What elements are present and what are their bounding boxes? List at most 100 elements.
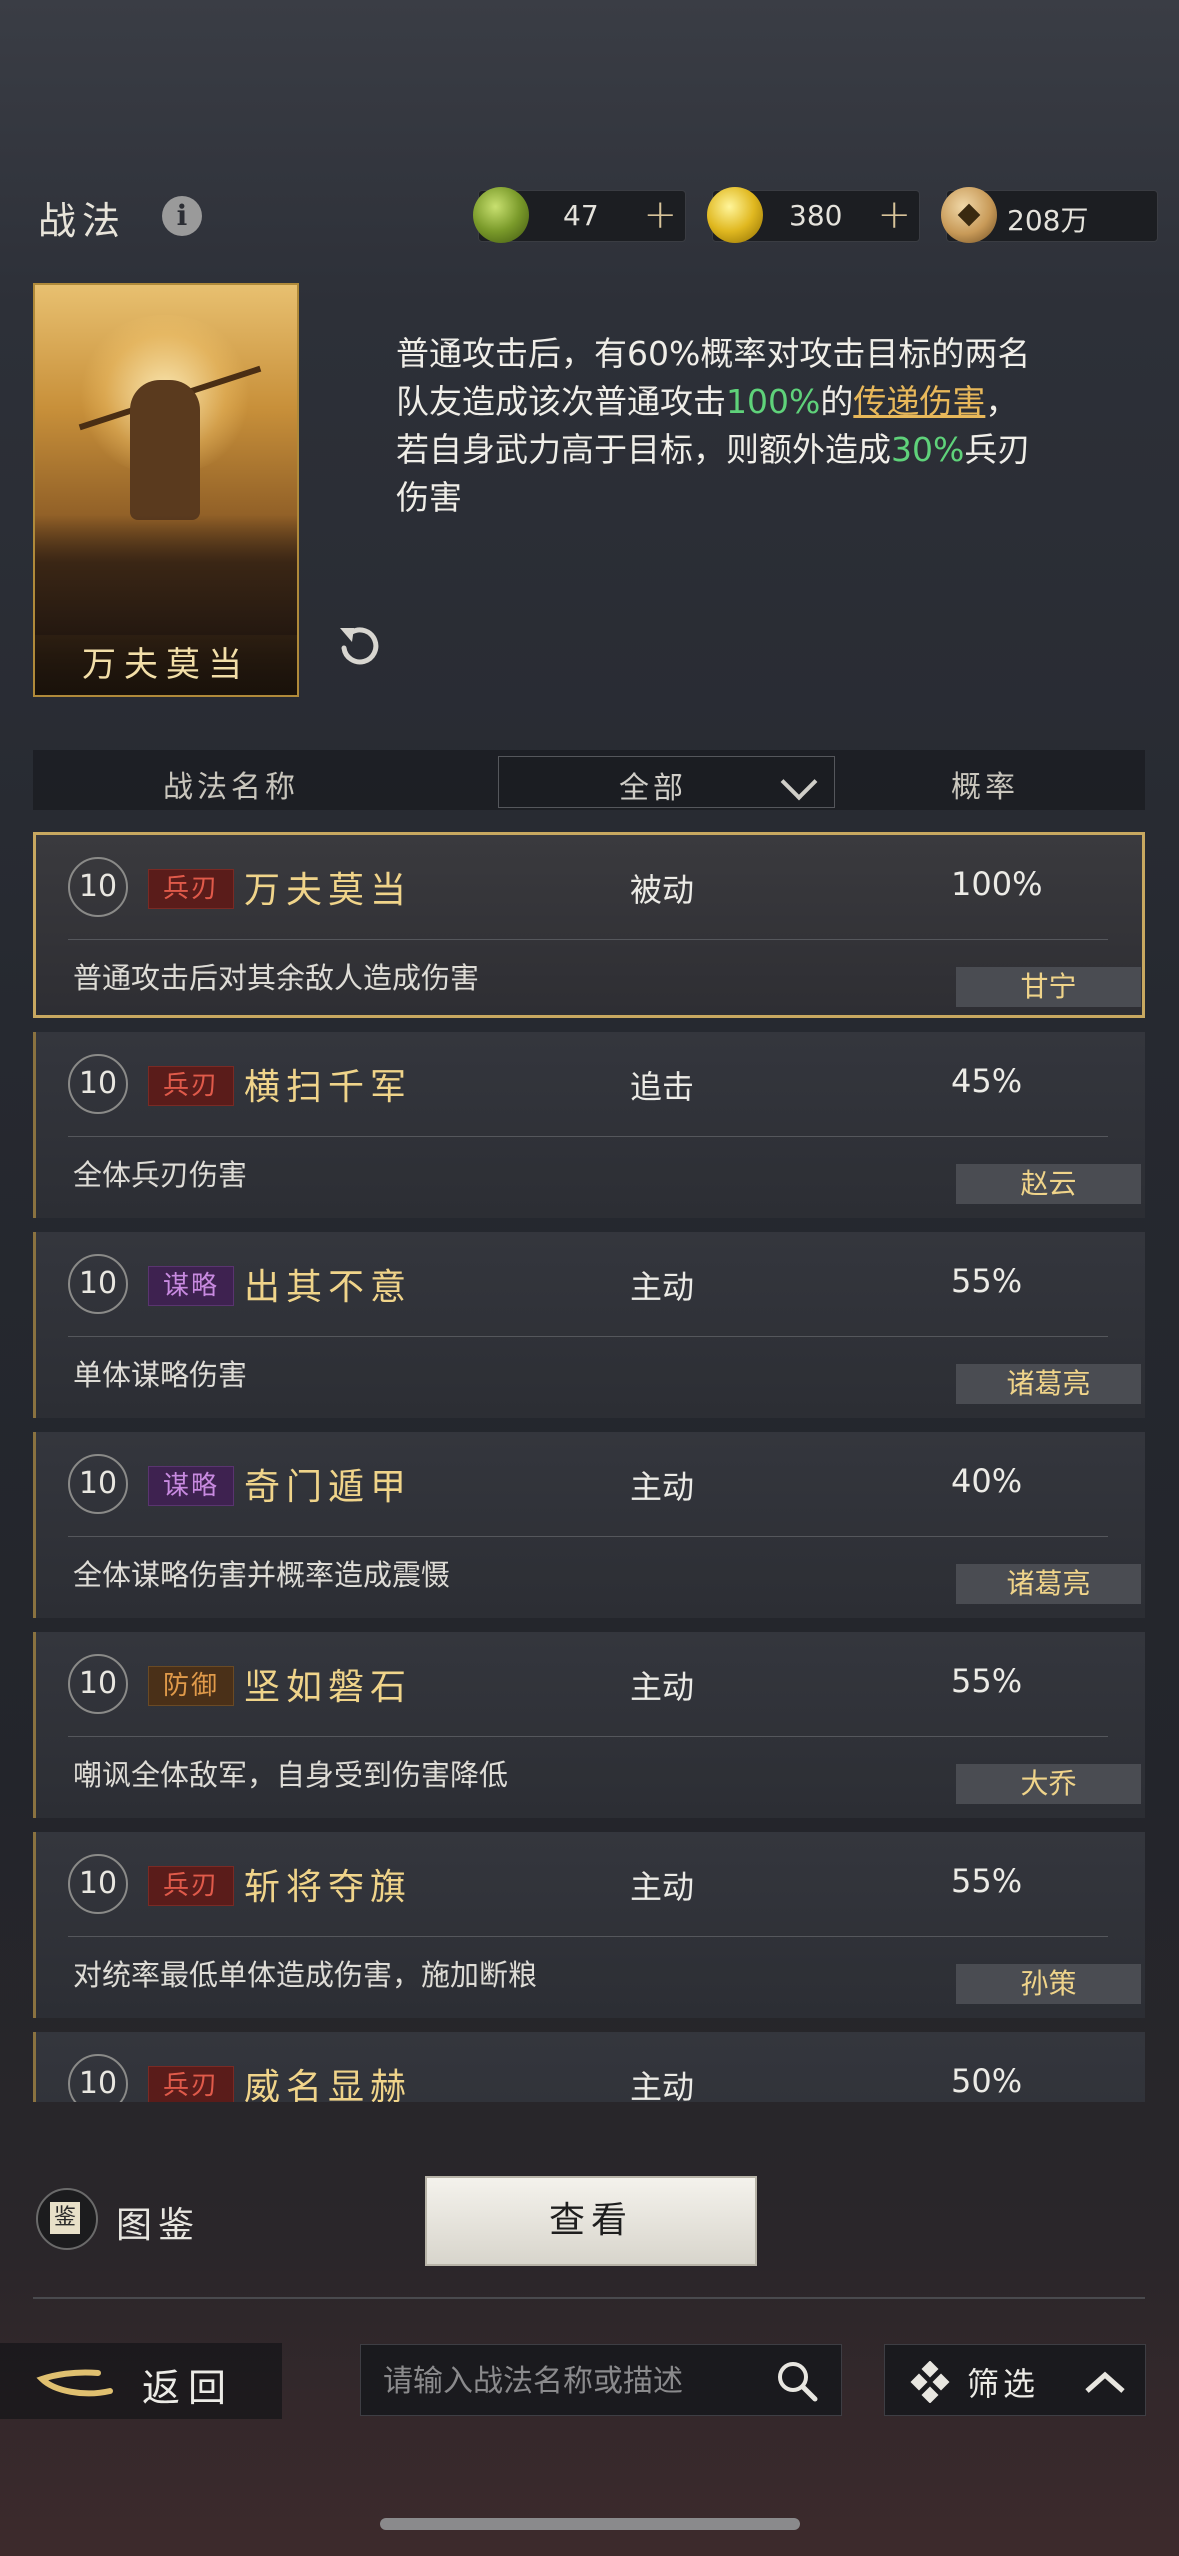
skill-name: 出其不意: [244, 1267, 413, 1308]
skill-level: 10: [68, 1254, 128, 1314]
back-button[interactable]: 返回: [0, 2343, 282, 2419]
search-box[interactable]: [360, 2344, 842, 2416]
skill-list[interactable]: 10 兵刃 万夫莫当 被动 100% 普通攻击后对其余敌人造成伤害 甘宁 10 兵刃 横扫千军 追击…: [33, 832, 1145, 2102]
skill-probability: 50%: [951, 2062, 1023, 2100]
skill-kind: 追击: [630, 1068, 695, 1106]
filter-diamond-icon: [910, 2361, 950, 2403]
skill-probability: 55%: [951, 1862, 1023, 1900]
home-indicator[interactable]: [380, 2518, 800, 2530]
skill-summary: 普通攻击后对其余敌人造成伤害: [73, 961, 480, 995]
skill-type-tag: 兵刃: [148, 1866, 234, 1906]
desc-part: 100%: [726, 382, 821, 421]
skill-summary: 对统率最低单体造成伤害，施加断粮: [73, 1958, 538, 1992]
col-probability: 概率: [951, 770, 1019, 805]
copper-coin-icon: [941, 187, 997, 243]
chevron-down-icon: [780, 763, 818, 801]
row-divider: [68, 1936, 1108, 1937]
skill-type-tag: 谋略: [148, 1266, 234, 1306]
skill-level: 10: [68, 2054, 128, 2102]
gold-resource: 380 +: [707, 187, 920, 243]
info-icon[interactable]: i: [162, 196, 202, 236]
skill-type-tag: 谋略: [148, 1466, 234, 1506]
skill-description: 普通攻击后，有60%概率对攻击目标的两名队友造成该次普通攻击100%的传递伤害，…: [396, 330, 1046, 522]
hero-badge: 大乔: [956, 1764, 1141, 1804]
skill-level: 10: [68, 857, 128, 917]
skill-summary: 全体谋略伤害并概率造成震慑: [73, 1558, 451, 1592]
skill-row[interactable]: 10 兵刃 万夫莫当 被动 100% 普通攻击后对其余敌人造成伤害 甘宁: [33, 832, 1145, 1018]
atlas-label[interactable]: 图鉴: [116, 2196, 200, 2248]
add-jade-button[interactable]: +: [643, 193, 677, 237]
back-label: 返回: [142, 2366, 235, 2410]
row-divider: [68, 1136, 1108, 1137]
hero-badge: 甘宁: [956, 967, 1141, 1007]
skill-probability: 45%: [951, 1062, 1023, 1100]
hero-badge: 赵云: [956, 1164, 1141, 1204]
skill-summary: 嘲讽全体敌军，自身受到伤害降低: [73, 1758, 509, 1792]
skill-probability: 40%: [951, 1462, 1023, 1500]
rotate-icon[interactable]: [330, 618, 386, 674]
skill-level: 10: [68, 1854, 128, 1914]
copper-resource: 208万: [941, 187, 1158, 243]
skill-name: 威名显赫: [244, 2067, 413, 2102]
skill-row[interactable]: 10 谋略 奇门遁甲 主动 40% 全体谋略伤害并概率造成震慑 诸葛亮: [33, 1432, 1145, 1618]
desc-part: 的: [820, 382, 854, 421]
skill-summary: 单体谋略伤害: [73, 1358, 248, 1392]
search-input[interactable]: [381, 2359, 765, 2403]
skill-row[interactable]: 10 兵刃 横扫千军 追击 45% 全体兵刃伤害 赵云: [33, 1032, 1145, 1218]
skill-level: 10: [68, 1654, 128, 1714]
atlas-icon[interactable]: 鉴: [36, 2188, 98, 2250]
skill-probability: 55%: [951, 1262, 1023, 1300]
skill-name: 横扫千军: [244, 1067, 413, 1108]
skill-name: 坚如磐石: [244, 1667, 413, 1708]
skill-summary: 全体兵刃伤害: [73, 1158, 248, 1192]
filter-value: 全部: [619, 771, 687, 806]
view-button[interactable]: 查看: [425, 2176, 757, 2266]
divider: [33, 2297, 1145, 2299]
skill-name: 斩将夺旗: [244, 1867, 413, 1908]
skill-row[interactable]: 10 防御 坚如磐石 主动 55% 嘲讽全体敌军，自身受到伤害降低 大乔: [33, 1632, 1145, 1818]
skill-kind: 主动: [630, 1868, 695, 1906]
skill-kind: 主动: [630, 2068, 695, 2102]
filter-button[interactable]: 筛选: [884, 2344, 1146, 2416]
card-name: 万夫莫当: [35, 635, 297, 695]
add-gold-button[interactable]: +: [877, 193, 911, 237]
skill-card-art: 万夫莫当: [33, 283, 299, 697]
skill-kind: 被动: [630, 871, 695, 909]
desc-part: 30%: [891, 430, 965, 469]
back-arrow-icon: [36, 2369, 113, 2397]
skill-type-tag: 兵刃: [148, 869, 234, 909]
skill-row[interactable]: 10 兵刃 斩将夺旗 主动 55% 对统率最低单体造成伤害，施加断粮 孙策: [33, 1832, 1145, 2018]
jade-coin-icon: [473, 187, 529, 243]
hero-badge: 诸葛亮: [956, 1564, 1141, 1604]
jade-value: 47: [563, 199, 599, 232]
skill-row[interactable]: 10 谋略 出其不意 主动 55% 单体谋略伤害 诸葛亮: [33, 1232, 1145, 1418]
skill-probability: 55%: [951, 1662, 1023, 1700]
skill-type-tag: 兵刃: [148, 2066, 234, 2102]
hero-badge: 孙策: [956, 1964, 1141, 2004]
filter-label: 筛选: [967, 2365, 1040, 2403]
skill-level: 10: [68, 1454, 128, 1514]
gold-coin-icon: [707, 187, 763, 243]
row-divider: [68, 939, 1108, 940]
page-title: 战法: [38, 199, 127, 243]
type-filter-dropdown[interactable]: 全部: [498, 756, 835, 808]
gold-value: 380: [789, 199, 843, 232]
skill-name: 万夫莫当: [244, 870, 413, 911]
skill-kind: 主动: [630, 1268, 695, 1306]
row-divider: [68, 1536, 1108, 1537]
skill-probability: 100%: [951, 865, 1043, 903]
skill-kind: 主动: [630, 1668, 695, 1706]
skill-level: 10: [68, 1054, 128, 1114]
skill-name: 奇门遁甲: [244, 1467, 413, 1508]
skill-row[interactable]: 10 兵刃 威名显赫 主动 50%: [33, 2032, 1145, 2102]
col-skill-name: 战法名称: [163, 770, 299, 805]
jade-resource: 47 +: [473, 187, 686, 243]
desc-part: 传递伤害: [853, 382, 986, 421]
chevron-up-icon: [1085, 2371, 1125, 2393]
hero-badge: 诸葛亮: [956, 1364, 1141, 1404]
row-divider: [68, 1336, 1108, 1337]
skill-type-tag: 兵刃: [148, 1066, 234, 1106]
copper-value: 208万: [1007, 204, 1089, 237]
search-icon[interactable]: [775, 2359, 819, 2403]
row-divider: [68, 1736, 1108, 1737]
